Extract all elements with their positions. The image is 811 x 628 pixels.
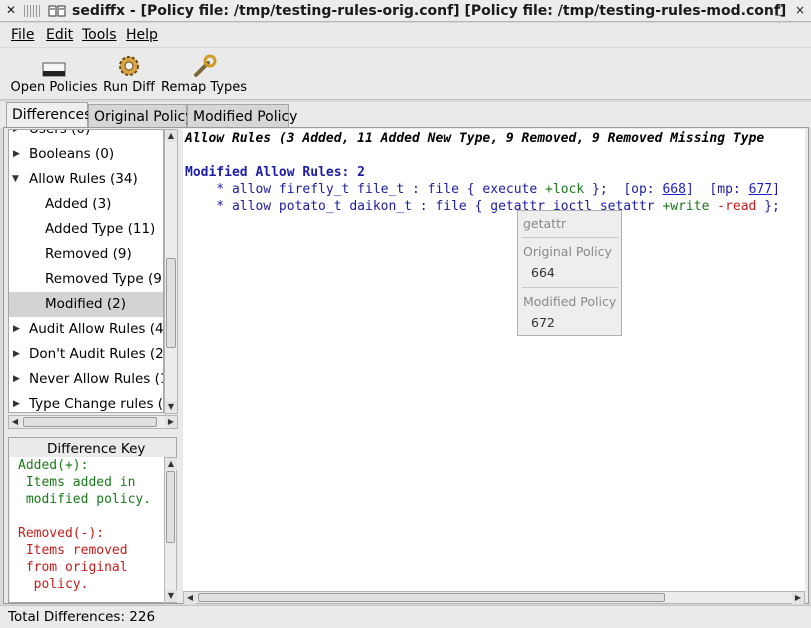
run-diff-button[interactable]: Run Diff <box>103 50 155 95</box>
rule-line: * allow potato_t daikon_t : file { getat… <box>185 199 780 214</box>
tree-item-never-allow[interactable]: ▶ Never Allow Rules (1 <box>9 367 163 392</box>
scroll-up-icon[interactable]: ▲ <box>165 458 177 470</box>
modified-heading: Modified Allow Rules: 2 <box>185 165 366 180</box>
window-menu-icon[interactable]: ✕ <box>3 3 19 19</box>
difference-key-title: Difference Key <box>47 441 146 457</box>
tab-original-policy[interactable]: Original Policy <box>88 104 194 128</box>
divider <box>522 237 618 238</box>
menu-edit[interactable]: Edit <box>46 27 73 43</box>
results-header: Allow Rules (3 Added, 11 Added New Type,… <box>185 131 765 146</box>
key-line: modified policy. <box>18 492 152 507</box>
menu-tools[interactable]: Tools <box>82 27 117 43</box>
scroll-up-icon[interactable]: ▲ <box>165 130 177 142</box>
tree-item-audit-allow[interactable]: ▶ Audit Allow Rules (4) <box>9 317 163 342</box>
menu-file[interactable]: File <box>11 27 34 43</box>
tree-item-added-type[interactable]: Added Type (11) <box>9 217 163 242</box>
key-vscroll-thumb[interactable] <box>166 471 175 543</box>
op-link[interactable]: 668 <box>662 182 685 197</box>
divider <box>522 287 618 288</box>
expand-arrow-icon[interactable]: ▶ <box>13 142 20 167</box>
expand-arrow-icon[interactable]: ▶ <box>13 367 20 392</box>
tooltip-orig-label: Original Policy <box>523 244 612 259</box>
tree-item-dont-audit[interactable]: ▶ Don't Audit Rules (2) <box>9 342 163 367</box>
permission-tooltip: getattr Original Policy 664 Modified Pol… <box>517 210 622 336</box>
diff-results-text[interactable]: Allow Rules (3 Added, 11 Added New Type,… <box>183 129 805 591</box>
tree-item-modified[interactable]: Modified (2) <box>9 292 163 317</box>
status-bar: Total Differences: 226 <box>0 605 811 628</box>
scroll-left-icon[interactable]: ◀ <box>9 416 21 428</box>
key-line: from original <box>18 560 128 575</box>
tree-item-removed[interactable]: Removed (9) <box>9 242 163 267</box>
expand-arrow-icon[interactable]: ▶ <box>13 317 20 342</box>
notebook-tabs: Differences Original Policy Modified Pol… <box>0 102 811 129</box>
tree-vertical-scrollbar[interactable]: ▲ ▼ <box>164 129 178 414</box>
tooltip-mod-value: 672 <box>531 315 555 330</box>
scroll-right-icon[interactable]: ▶ <box>792 592 804 604</box>
gear-icon <box>119 56 139 76</box>
drag-grip-icon[interactable] <box>24 5 40 17</box>
remap-types-button[interactable]: Remap Types <box>160 50 248 95</box>
tree-item-allow-rules[interactable]: ▼ Allow Rules (34) <box>9 167 163 192</box>
results-horizontal-scrollbar[interactable]: ◀ ▶ <box>183 591 805 604</box>
scroll-right-icon[interactable]: ▶ <box>165 416 177 428</box>
difference-key-text: Added(+): Items added in modified policy… <box>10 457 164 602</box>
tree-vscroll-thumb[interactable] <box>166 258 176 348</box>
key-line: Items removed <box>18 543 128 558</box>
expand-arrow-icon[interactable]: ▶ <box>13 342 20 367</box>
toolbar: Open Policies Run Diff Remap Types <box>0 48 811 100</box>
open-policies-button[interactable]: Open Policies <box>10 50 98 95</box>
wrench-icon <box>194 54 217 77</box>
rule-line: * allow firefly_t file_t : file { execut… <box>185 182 780 197</box>
expand-arrow-icon[interactable]: ▶ <box>13 392 20 412</box>
scroll-down-icon[interactable]: ▼ <box>165 590 177 602</box>
tree-item-booleans[interactable]: ▶ Booleans (0) <box>9 142 163 167</box>
key-line: Items added in <box>18 475 136 490</box>
results-hscroll-thumb[interactable] <box>198 593 665 602</box>
app-icon <box>48 5 66 17</box>
key-line: Removed(-): <box>18 526 105 541</box>
key-line: policy. <box>18 577 89 592</box>
mp-link[interactable]: 677 <box>749 182 772 197</box>
tree-item-removed-type[interactable]: Removed Type (9) <box>9 267 163 292</box>
expand-arrow-icon[interactable]: ▶ <box>13 130 20 142</box>
key-line: Added(+): <box>18 458 89 473</box>
tree-hscroll-thumb[interactable] <box>23 417 157 427</box>
tab-differences[interactable]: Differences <box>6 102 91 129</box>
total-differences: Total Differences: 226 <box>8 609 156 625</box>
difference-tree[interactable]: ▶ Users (0) ▶ Booleans (0) ▼ Allow Rules… <box>8 129 164 413</box>
tooltip-perm: getattr <box>523 216 567 231</box>
window-title: sediffx - [Policy file: /tmp/testing-rul… <box>72 3 787 19</box>
open-policies-icon <box>42 62 66 77</box>
tab-modified-policy[interactable]: Modified Policy <box>187 104 297 128</box>
title-bar: ✕ sediffx - [Policy file: /tmp/testing-r… <box>0 0 811 22</box>
tooltip-mod-label: Modified Policy <box>523 294 617 309</box>
maximize-icon[interactable]: □ <box>772 3 788 19</box>
tree-item-added[interactable]: Added (3) <box>9 192 163 217</box>
scroll-left-icon[interactable]: ◀ <box>184 592 196 604</box>
difference-key-panel: Difference Key Added(+): Items added in … <box>8 437 177 603</box>
collapse-arrow-icon[interactable]: ▼ <box>12 167 19 192</box>
menu-help[interactable]: Help <box>126 27 158 43</box>
tree-horizontal-scrollbar[interactable]: ◀ ▶ <box>8 415 178 429</box>
tree-item-type-change[interactable]: ▶ Type Change rules (1 <box>9 392 163 412</box>
close-icon[interactable]: × <box>792 3 808 19</box>
key-vertical-scrollbar[interactable]: ▲ ▼ <box>164 457 177 603</box>
menu-bar: File Edit Tools Help <box>0 23 811 47</box>
tooltip-orig-value: 664 <box>531 265 555 280</box>
tree-item-users[interactable]: ▶ Users (0) <box>9 130 163 142</box>
scroll-down-icon[interactable]: ▼ <box>165 401 177 413</box>
